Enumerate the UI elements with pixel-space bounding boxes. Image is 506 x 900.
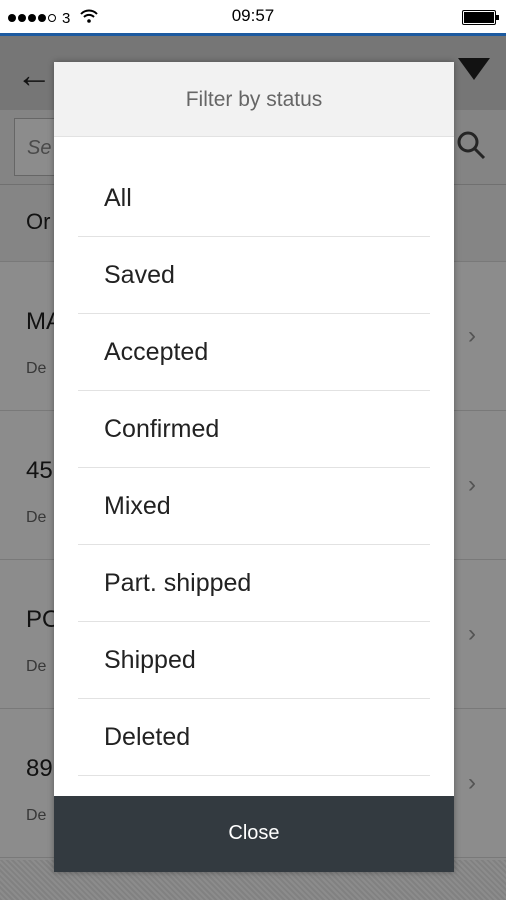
dialog-header: Filter by status (54, 62, 454, 137)
close-button-label: Close (228, 822, 280, 844)
option-label: Deleted (104, 722, 191, 751)
option-label: Accepted (104, 337, 209, 366)
battery-icon (462, 10, 499, 25)
option-label: Shipped (104, 645, 196, 674)
status-option-list: All Saved Accepted Confirmed Mixed Part.… (78, 160, 430, 776)
clock: 09:57 (231, 6, 275, 25)
status-option-shipped[interactable]: Shipped (78, 622, 430, 699)
status-option-saved[interactable]: Saved (78, 237, 430, 314)
status-option-mixed[interactable]: Mixed (78, 468, 430, 545)
option-label: Part. shipped (104, 568, 252, 597)
option-label: Saved (104, 260, 175, 289)
option-label: Confirmed (104, 414, 220, 443)
filter-dialog: Filter by status All Saved Accepted Conf… (54, 62, 454, 872)
dialog-title: Filter by status (185, 88, 323, 111)
status-bar: 3 09:57 (0, 0, 506, 33)
status-option-deleted[interactable]: Deleted (78, 699, 430, 776)
status-option-part-shipped[interactable]: Part. shipped (78, 545, 430, 622)
status-option-confirmed[interactable]: Confirmed (78, 391, 430, 468)
option-label: All (104, 183, 132, 212)
option-label: Mixed (104, 491, 171, 520)
status-option-all[interactable]: All (78, 160, 430, 237)
close-button[interactable]: Close (54, 796, 454, 872)
status-option-accepted[interactable]: Accepted (78, 314, 430, 391)
